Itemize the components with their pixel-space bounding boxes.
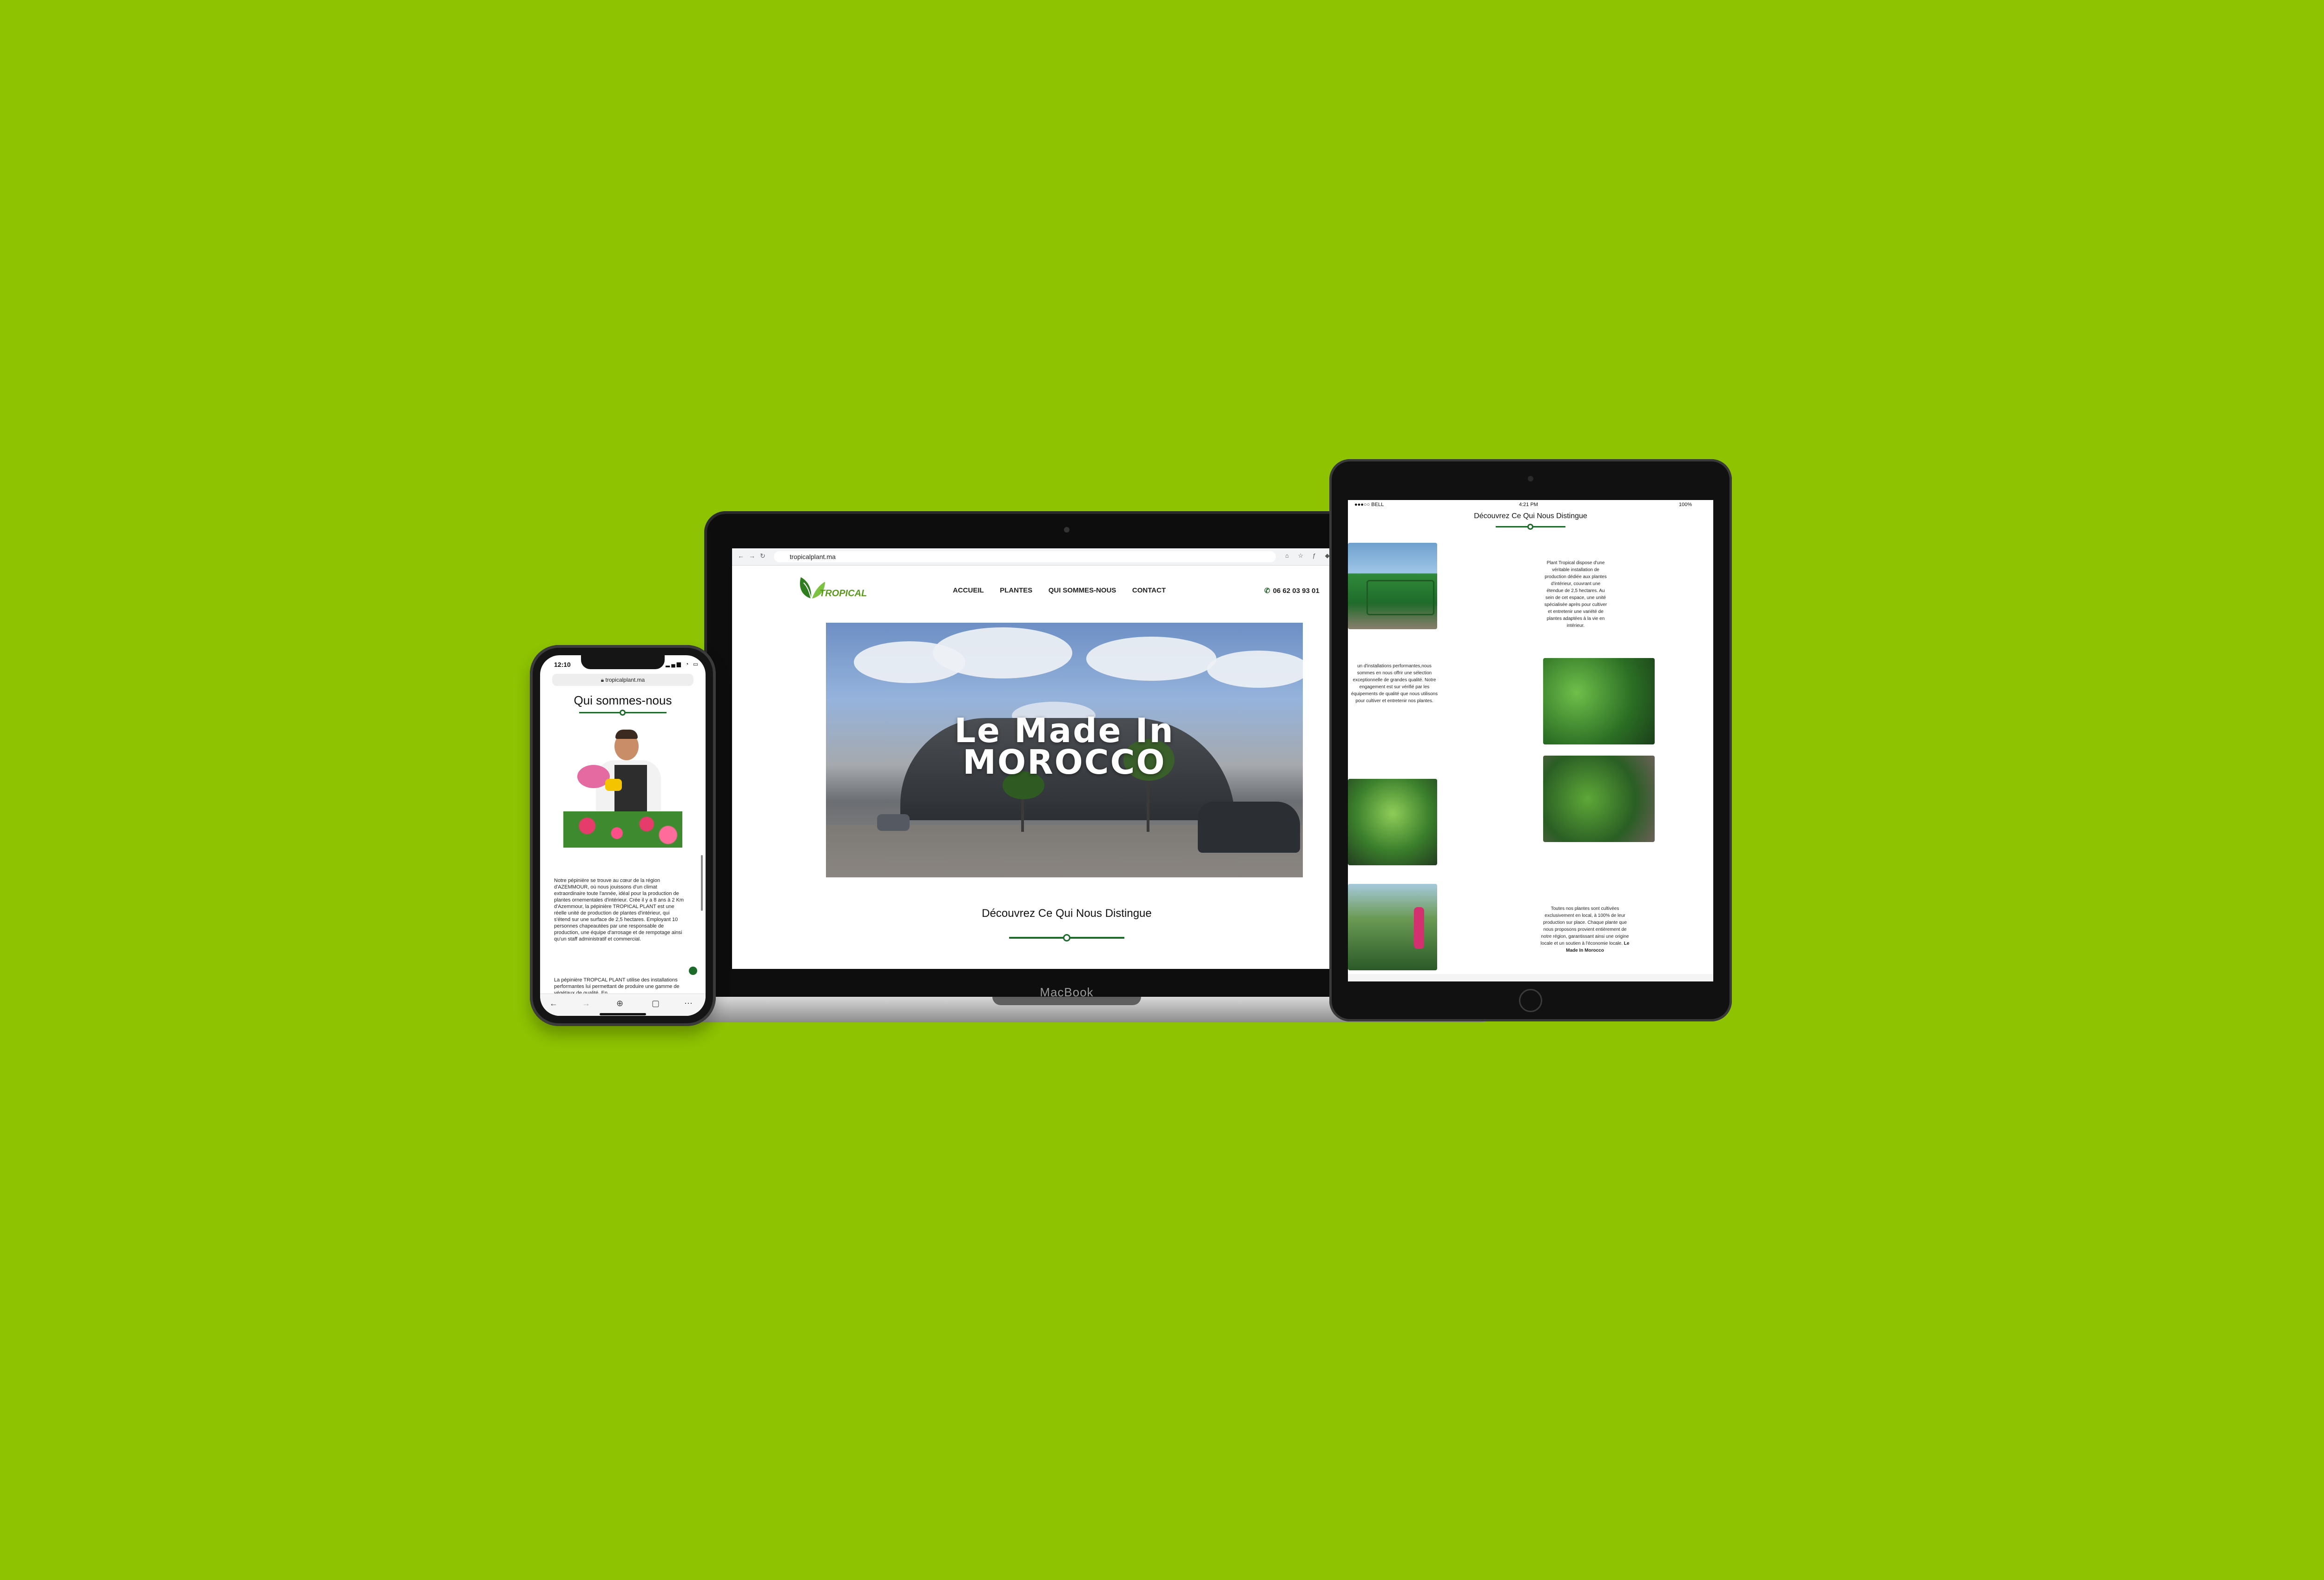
tablet-paragraph-2: un d'installations performantes,nous som… [1351, 664, 1438, 704]
forward-icon[interactable]: → [749, 552, 755, 560]
nav-contact[interactable]: CONTACT [1132, 586, 1166, 594]
home-indicator [600, 1013, 646, 1015]
tablet-paragraph-3: Toutes nos plantes sont cultivées exclus… [1538, 905, 1631, 954]
logo-text: TROPICAL [819, 588, 867, 599]
hero-title: Le Made In MOROCCO [826, 711, 1303, 782]
cloud [1207, 651, 1303, 688]
scroll-top-button[interactable] [689, 967, 697, 975]
greenhouse-worker-photo [1348, 884, 1437, 970]
site-logo[interactable]: TROPICAL [797, 574, 872, 602]
gardener-photo [563, 723, 682, 848]
phone-screen: 12:10 ▂▄▆ ◔ ▭ 🔒︎ tropicalplant.ma Qui so… [540, 655, 706, 1016]
header-phone[interactable]: ✆ 06 62 03 93 01 [1264, 586, 1320, 595]
tablet-camera [1528, 476, 1533, 481]
phone-paragraph-1: Notre pépinière se trouve au cœur de la … [554, 878, 684, 942]
cloud [1086, 637, 1216, 681]
leafy-plants-photo [1543, 756, 1655, 842]
phone-address-bar[interactable]: 🔒︎ tropicalplant.ma [552, 674, 693, 686]
tablet-device: ●●●○○ BELL 4:21 PM 100% Découvrez Ce Qui… [1329, 459, 1732, 1021]
carrier-signal: ●●●○○ BELL [1354, 502, 1384, 507]
greenhouse-frame [1367, 580, 1434, 615]
site-header: TROPICAL ACCUEIL PLANTES QUI SOMMES-NOUS… [732, 565, 1401, 612]
tablet-home-button[interactable] [1519, 989, 1542, 1012]
back-icon[interactable]: ← [549, 999, 558, 1008]
hero-banner: Le Made In MOROCCO [826, 623, 1303, 877]
tablet-footer-strip [1348, 974, 1713, 981]
back-icon[interactable]: ← [738, 552, 744, 560]
yellow-glove [605, 779, 622, 791]
address-bar[interactable]: tropicalplant.ma [774, 551, 1276, 562]
hero-title-line2: MOROCCO [963, 743, 1166, 782]
laptop-camera [1064, 527, 1070, 533]
section-title: Découvrez Ce Qui Nous Distingue [982, 907, 1152, 920]
gardener-hair [615, 730, 638, 739]
address-url: tropicalplant.ma [790, 553, 836, 560]
laptop-brand-label: MacBook [1040, 985, 1094, 999]
tablet-section-title: Découvrez Ce Qui Nous Distingue [1474, 512, 1587, 520]
nav-plantes[interactable]: PLANTES [1000, 586, 1032, 594]
more-icon[interactable]: ⋯ [684, 999, 693, 1008]
phone-status-time: 12:10 [554, 661, 571, 668]
hero-title-line1: Le Made In [954, 711, 1175, 750]
reload-icon[interactable]: ↻ [760, 552, 766, 560]
parked-car [877, 814, 910, 831]
phone-number: 06 62 03 93 01 [1273, 587, 1320, 595]
tablet-divider-dot [1527, 524, 1533, 530]
nav-qui-sommes-nous[interactable]: QUI SOMMES-NOUS [1049, 586, 1116, 594]
tablet-screen: ●●●○○ BELL 4:21 PM 100% Découvrez Ce Qui… [1348, 500, 1713, 981]
nav-accueil[interactable]: ACCUEIL [953, 586, 984, 594]
phone-divider-dot [620, 710, 626, 716]
laptop-device: ← → ↻ tropicalplant.ma ⌂ ☆ ƒ ◆ ◉ ▣ ☐ ⋮ T… [634, 511, 1499, 1022]
phone-status-icons: ▂▄▆ ◔ ▭ [666, 661, 700, 667]
tablet-paragraph-3-text: Toutes nos plantes sont cultivées exclus… [1540, 906, 1629, 946]
phone-scrollbar[interactable] [701, 855, 703, 911]
potted-plants-photo [1348, 779, 1437, 865]
tablet-paragraph-1: Plant Tropical dispose d'une véritable i… [1544, 560, 1607, 628]
phone-icon: ✆ [1264, 587, 1270, 595]
worker-figure [1414, 907, 1424, 949]
browser-toolbar: ← → ↻ tropicalplant.ma ⌂ ☆ ƒ ◆ ◉ ▣ ☐ ⋮ [732, 548, 1401, 566]
phone-browser-toolbar: ← → ⊕ ▢ ⋯ [540, 994, 706, 1016]
main-nav: ACCUEIL PLANTES QUI SOMMES-NOUS CONTACT [953, 586, 1180, 595]
laptop-screen: ← → ↻ tropicalplant.ma ⌂ ☆ ƒ ◆ ◉ ▣ ☐ ⋮ T… [732, 548, 1401, 994]
new-tab-icon[interactable]: ⊕ [616, 999, 623, 1008]
lock-icon: 🔒︎ [601, 677, 604, 683]
forward-icon[interactable]: → [582, 999, 590, 1008]
battery-level: 100% [1679, 502, 1692, 507]
parked-suv [1198, 802, 1300, 853]
cloud [933, 627, 1072, 678]
flower-bed [563, 811, 682, 848]
seedlings-photo [1543, 658, 1655, 744]
tabs-icon[interactable]: ▢ [652, 999, 660, 1008]
phone-page-title: Qui sommes-nous [574, 693, 672, 707]
tablet-status-bar: ●●●○○ BELL 4:21 PM 100% [1348, 500, 1713, 509]
phone-device: 12:10 ▂▄▆ ◔ ▭ 🔒︎ tropicalplant.ma Qui so… [530, 645, 716, 1026]
phone-body: 12:10 ▂▄▆ ◔ ▭ 🔒︎ tropicalplant.ma Qui so… [530, 645, 716, 1026]
tablet-body: ●●●○○ BELL 4:21 PM 100% Découvrez Ce Qui… [1329, 459, 1732, 1021]
phone-address-url: tropicalplant.ma [605, 677, 645, 683]
laptop-lid: ← → ↻ tropicalplant.ma ⌂ ☆ ƒ ◆ ◉ ▣ ☐ ⋮ T… [704, 511, 1429, 1004]
status-time: 4:21 PM [1519, 502, 1538, 507]
phone-notch [581, 655, 665, 669]
greenhouse-photo [1348, 543, 1437, 629]
divider-dot [1063, 934, 1070, 941]
